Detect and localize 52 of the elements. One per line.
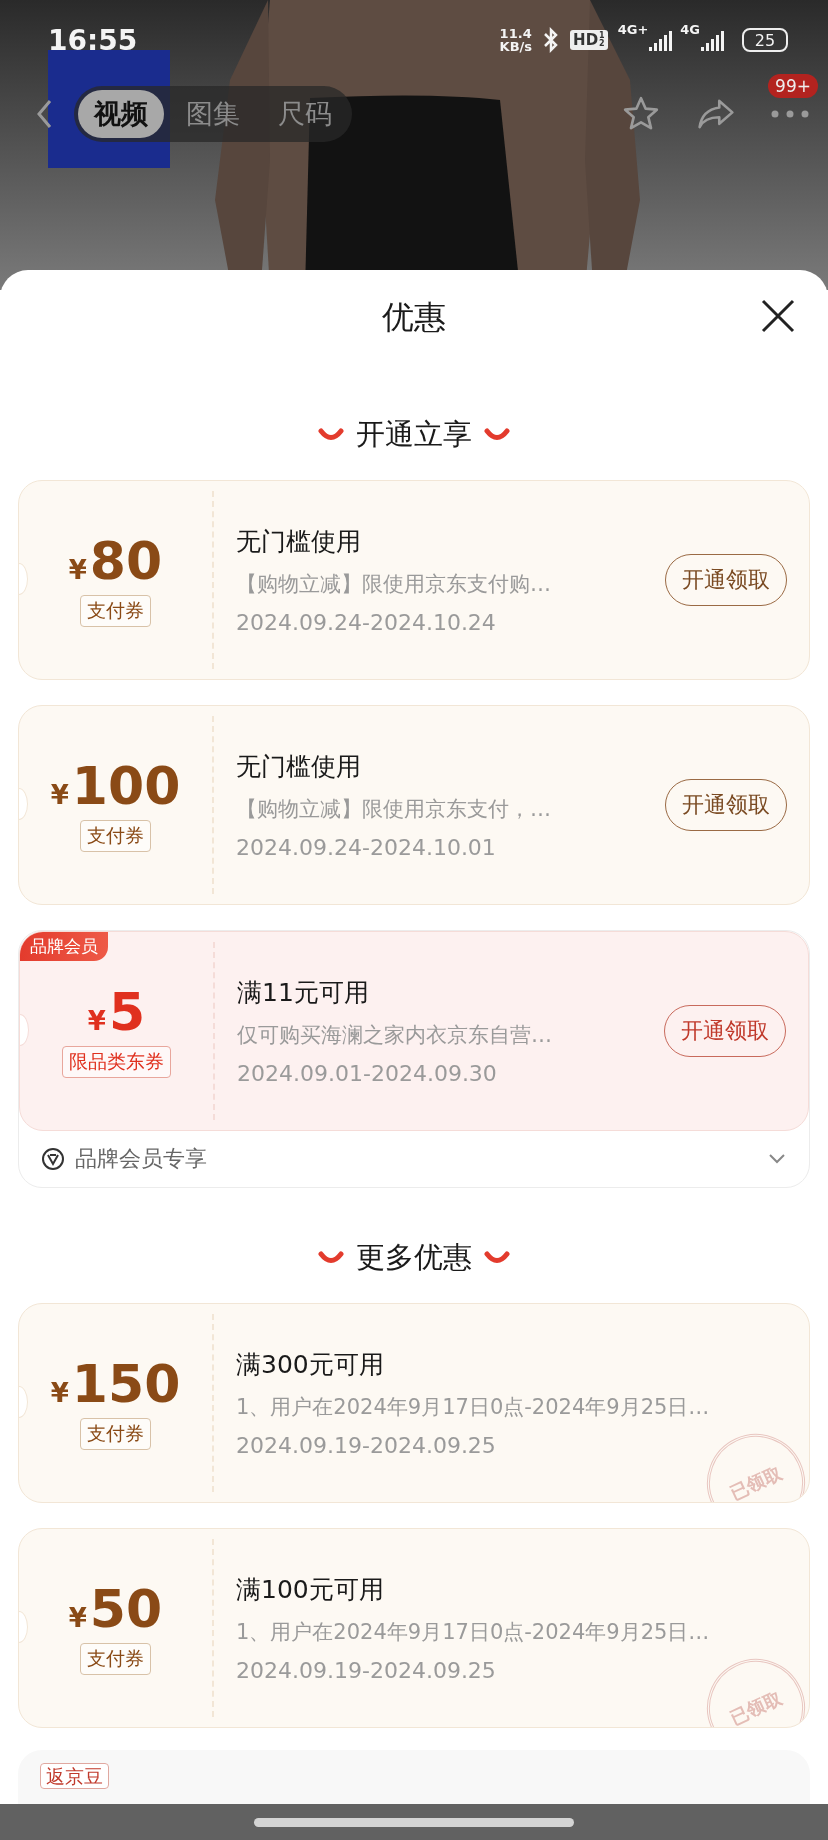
- section-heading: 更多优惠: [356, 1239, 472, 1276]
- coupon-title: 满300元可用: [236, 1349, 385, 1381]
- notification-badge: 99+: [768, 74, 818, 98]
- coupon-type-tag: 支付券: [80, 595, 151, 627]
- coupon-type-tag: 支付券: [80, 1418, 151, 1450]
- member-icon: [41, 1147, 65, 1171]
- section-heading: 开通立享: [356, 416, 472, 453]
- close-button[interactable]: [760, 298, 796, 334]
- coupon-title: 满11元可用: [237, 977, 370, 1009]
- coupon-type-tag: 返京豆: [40, 1763, 109, 1789]
- coupon-title: 满100元可用: [236, 1574, 385, 1606]
- network-speed: 11.4 KB/s: [499, 27, 533, 53]
- smile-icon: [484, 1251, 510, 1265]
- network-type: 4G: [680, 22, 700, 37]
- more-icon[interactable]: [770, 109, 810, 119]
- coupon-amount: ¥150: [50, 1356, 181, 1412]
- coupon-date: 2024.09.19-2024.09.25: [236, 1433, 497, 1458]
- smile-icon: [484, 428, 510, 442]
- coupon-description: 1、用户在2024年9月17日0点-2024年9月25日…: [236, 1619, 711, 1646]
- battery-indicator: 25: [742, 28, 788, 52]
- sheet-title: 优惠: [382, 296, 446, 338]
- home-indicator[interactable]: [254, 1817, 574, 1827]
- coupon-description: 仅可购买海澜之家内衣京东自营…: [237, 1022, 553, 1049]
- coupon-type-tag: 支付券: [80, 820, 151, 852]
- coupon-date: 2024.09.01-2024.09.30: [237, 1061, 498, 1086]
- coupon-description: 【购物立减】限使用京东支付购…: [236, 571, 552, 598]
- smile-icon: [318, 1251, 344, 1265]
- coupon-description: 1、用户在2024年9月17日0点-2024年9月25日…: [236, 1394, 711, 1421]
- back-icon[interactable]: [36, 99, 52, 129]
- coupon-amount: ¥5: [87, 984, 146, 1040]
- chevron-down-icon[interactable]: [767, 1153, 787, 1165]
- coupon-date: 2024.09.24-2024.10.01: [236, 835, 497, 860]
- media-tab[interactable]: 视频: [78, 90, 164, 138]
- signal-icon: [648, 29, 675, 51]
- member-exclusive-label: 品牌会员专享: [75, 1145, 207, 1173]
- coupon-date: 2024.09.19-2024.09.25: [236, 1658, 497, 1683]
- coupon-amount: ¥50: [68, 1581, 163, 1637]
- smile-icon: [318, 428, 344, 442]
- coupon-amount: ¥80: [68, 533, 163, 589]
- media-tab[interactable]: 尺码: [262, 90, 348, 138]
- network-type: 4G+: [617, 22, 649, 37]
- clock: 16:55: [48, 23, 139, 57]
- media-tab[interactable]: 图集: [170, 90, 256, 138]
- brand-member-tag: 品牌会员: [20, 932, 108, 961]
- coupon-description: 【购物立减】限使用京东支付，…: [236, 796, 552, 823]
- coupon-type-tag: 支付券: [80, 1643, 151, 1675]
- signal-icon: [700, 29, 726, 51]
- coupon-amount: ¥100: [50, 758, 181, 814]
- coupon-date: 2024.09.24-2024.10.24: [236, 610, 497, 635]
- coupon-title: 无门槛使用: [236, 751, 362, 783]
- coupon-title: 无门槛使用: [236, 526, 362, 558]
- coupon-type-tag: 限品类东券: [62, 1046, 171, 1078]
